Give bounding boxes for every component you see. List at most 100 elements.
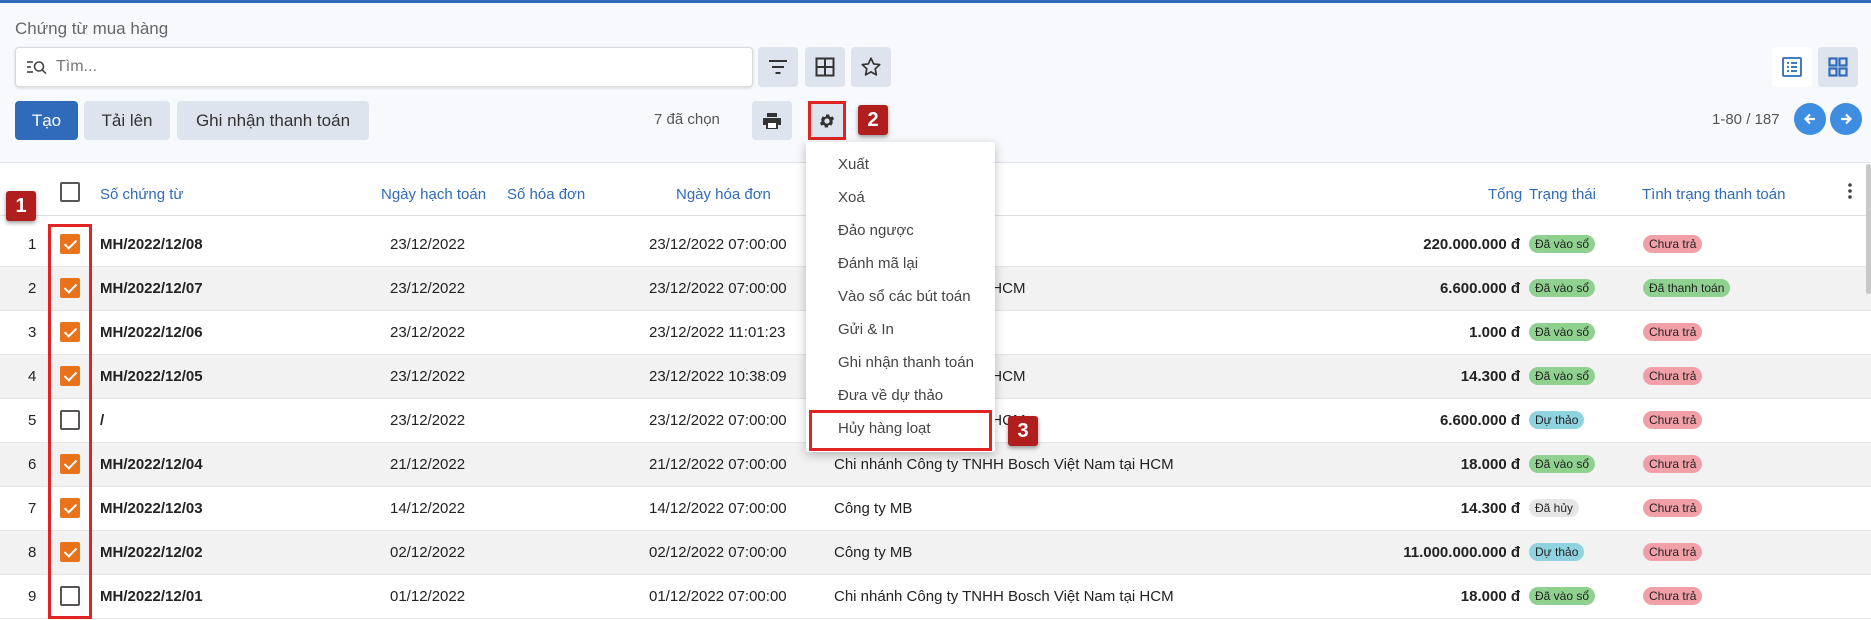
table-row[interactable]: 9 MH/2022/12/01 01/12/2022 01/12/2022 07:00… [0,575,1871,619]
row-index: 8 [28,544,37,561]
list-view-icon [1782,57,1802,77]
menu-item-send-print[interactable]: Gửi & In [838,321,894,338]
menu-item-reverse[interactable]: Đảo ngược [838,222,914,239]
accounting-date: 23/12/2022 [390,368,466,385]
document-number: MH/2022/12/03 [100,500,203,517]
invoice-date: 23/12/2022 11:01:23 [649,324,786,341]
menu-item-resequence[interactable]: Đánh mã lại [838,255,918,272]
menu-item-delete[interactable]: Xoá [838,189,865,206]
group-by-button[interactable] [805,47,845,87]
invoice-date: 23/12/2022 07:00:00 [649,412,787,429]
column-header-invoice-date[interactable]: Ngày hóa đơn [676,186,771,203]
status-badge: Dự thảo [1529,411,1585,429]
upload-button[interactable]: Tải lên [84,101,170,140]
menu-item-reset-to-draft[interactable]: Đưa về dự thảo [838,387,943,404]
gear-icon [819,113,835,128]
register-payment-button[interactable]: Ghi nhận thanh toán [177,101,369,140]
partner-name: Công ty MB [834,544,913,561]
favorites-button[interactable] [851,47,891,87]
status-badge: Đã vào sổ [1529,367,1596,385]
payment-status-badge: Chưa trả [1643,411,1703,429]
menu-item-export[interactable]: Xuất [838,156,869,173]
document-number: MH/2022/12/06 [100,324,203,341]
payment-status-badge: Chưa trả [1643,367,1703,385]
pager-next-button[interactable] [1830,103,1862,135]
table-row[interactable]: 7 MH/2022/12/03 14/12/2022 14/12/2022 07:00… [0,487,1871,531]
total-amount: 220.000.000 đ [1423,236,1520,253]
checkbox-column-highlight [48,224,92,619]
star-icon [861,57,881,76]
print-icon [763,112,781,129]
status-badge: Đã hủy [1529,499,1580,517]
status-badge: Dự thảo [1529,543,1585,561]
status-badge: Đã vào sổ [1529,587,1596,605]
total-amount: 1.000 đ [1469,324,1520,341]
payment-status-badge: Chưa trả [1643,455,1703,473]
partner-name: Chi nhánh Công ty TNHH Bosch Việt Nam tạ… [834,456,1174,473]
column-header-number[interactable]: Số chứng từ [100,186,183,203]
column-header-accounting-date[interactable]: Ngày hạch toán [381,186,486,203]
arrow-left-icon [1803,113,1815,125]
accounting-date: 23/12/2022 [390,412,466,429]
selected-count: 7 đã chọn [654,111,720,128]
arrow-right-icon [1841,113,1853,125]
table-row[interactable]: 8 MH/2022/12/02 02/12/2022 02/12/2022 07:00… [0,531,1871,575]
invoice-date: 14/12/2022 07:00:00 [649,500,787,517]
payment-status-badge: Chưa trả [1643,323,1703,341]
search-bar[interactable] [15,47,753,87]
create-button[interactable]: Tạo [15,101,78,140]
step-marker-2: 2 [858,105,888,135]
breadcrumb[interactable]: Chứng từ mua hàng [15,19,168,39]
filter-icon [769,60,787,74]
row-index: 6 [28,456,37,473]
document-number: / [100,412,105,429]
invoice-date: 23/12/2022 10:38:09 [649,368,787,385]
kanban-view-button[interactable] [1818,47,1858,87]
row-index: 5 [28,412,37,429]
scrollbar[interactable] [1866,164,1871,294]
accounting-date: 01/12/2022 [390,588,466,605]
invoice-date: 23/12/2022 07:00:00 [649,280,787,297]
column-header-total[interactable]: Tổng [1488,186,1522,203]
status-badge: Đã vào sổ [1529,323,1596,341]
status-badge: Đã vào sổ [1529,455,1596,473]
action-dropdown-menu: Xuất Xoá Đảo ngược Đánh mã lại Vào sổ cá… [806,142,995,452]
row-index: 3 [28,324,37,341]
list-view-button[interactable] [1772,47,1812,87]
accounting-date: 14/12/2022 [390,500,466,517]
column-header-status[interactable]: Trạng thái [1529,186,1596,203]
action-menu-button[interactable] [808,101,846,140]
select-all-checkbox[interactable] [60,182,80,202]
pager-value[interactable]: 1-80 / 187 [1712,111,1780,128]
document-number: MH/2022/12/04 [100,456,203,473]
payment-status-badge: Chưa trả [1643,587,1703,605]
total-amount: 18.000 đ [1460,456,1520,473]
total-amount: 11.000.000.000 đ [1403,544,1520,561]
status-badge: Đã vào sổ [1529,279,1596,297]
row-index: 7 [28,500,37,517]
filter-button[interactable] [758,47,798,87]
total-amount: 6.600.000 đ [1439,412,1520,429]
menu-item-register-payment[interactable]: Ghi nhận thanh toán [838,354,974,371]
total-amount: 18.000 đ [1460,588,1520,605]
column-options-icon[interactable] [1848,183,1852,199]
payment-status-badge: Chưa trả [1643,235,1703,253]
row-index: 9 [28,588,37,605]
total-amount: 14.300 đ [1460,368,1520,385]
column-header-invoice-number[interactable]: Số hóa đơn [507,186,585,203]
accounting-date: 21/12/2022 [390,456,466,473]
row-index: 1 [28,236,37,253]
row-index: 4 [28,368,37,385]
document-number: MH/2022/12/07 [100,280,203,297]
payment-status-badge: Chưa trả [1643,499,1703,517]
menu-item-post-entries[interactable]: Vào sổ các bút toán [838,288,971,305]
accounting-date: 02/12/2022 [390,544,466,561]
column-header-payment-status[interactable]: Tình trạng thanh toán [1642,186,1785,203]
row-index: 2 [28,280,37,297]
search-input[interactable] [56,56,736,78]
payment-status-badge: Chưa trả [1643,543,1703,561]
search-icon [26,59,48,82]
print-button[interactable] [752,101,792,140]
total-amount: 14.300 đ [1460,500,1520,517]
pager-previous-button[interactable] [1794,103,1826,135]
